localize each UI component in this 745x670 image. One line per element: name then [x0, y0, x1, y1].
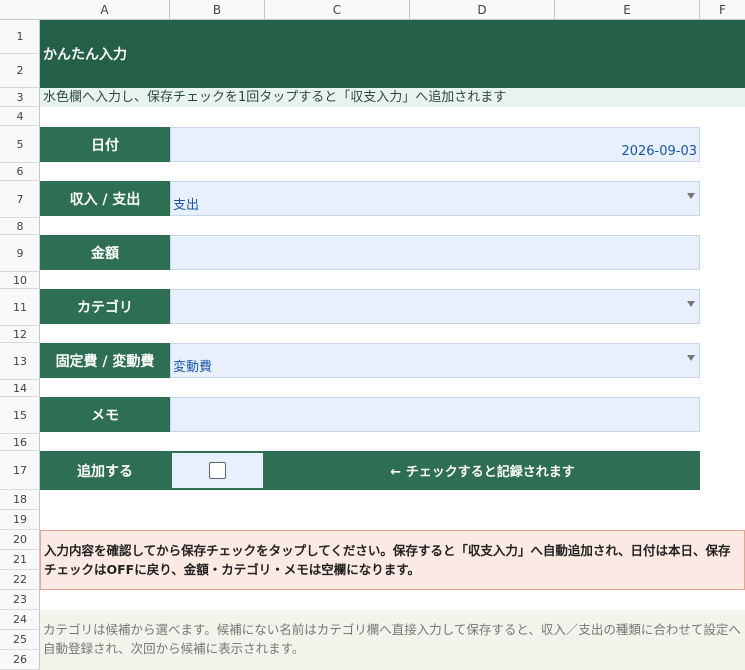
date-label: 日付: [40, 127, 170, 162]
row-header-15[interactable]: 15: [0, 397, 40, 434]
category-label: カテゴリ: [40, 289, 170, 324]
memo-field[interactable]: [170, 397, 700, 432]
cost-type-label: 固定費 / 変動費: [40, 343, 170, 378]
row-header-7[interactable]: 7: [0, 181, 40, 218]
page-subtitle: 水色欄へ入力し、保存チェックを1回タップすると「収支入力」へ追加されます: [40, 88, 745, 107]
column-header-d[interactable]: D: [410, 0, 555, 20]
row-header-13[interactable]: 13: [0, 343, 40, 380]
warning-notice: 入力内容を確認してから保存チェックをタップしてください。保存すると「収支入力」へ…: [40, 530, 745, 590]
type-value: 支出: [173, 198, 200, 213]
row-header-25[interactable]: 25: [0, 630, 40, 650]
row-header-16[interactable]: 16: [0, 434, 40, 451]
date-field[interactable]: 2026-09-03: [170, 127, 700, 162]
row-header-10[interactable]: 10: [0, 272, 40, 289]
row-header-23[interactable]: 23: [0, 590, 40, 610]
row-header-6[interactable]: 6: [0, 163, 40, 181]
dropdown-arrow-icon[interactable]: [687, 193, 695, 199]
row-header-18[interactable]: 18: [0, 490, 40, 510]
row-header-9[interactable]: 9: [0, 235, 40, 272]
row-header-5[interactable]: 5: [0, 126, 40, 163]
row-header-8[interactable]: 8: [0, 218, 40, 235]
page-title: かんたん入力: [40, 20, 745, 88]
column-header-e[interactable]: E: [555, 0, 700, 20]
row-header-3[interactable]: 3: [0, 88, 40, 107]
row-header-bar: 1 2 3 4 5 6 7 8 9 10 11 12 13 14 15 16 1…: [0, 20, 40, 670]
add-label: 追加する: [40, 451, 170, 490]
type-label: 収入 / 支出: [40, 181, 170, 216]
dropdown-arrow-icon[interactable]: [687, 355, 695, 361]
type-dropdown[interactable]: 支出: [170, 181, 700, 216]
date-value: 2026-09-03: [621, 144, 697, 159]
cost-type-dropdown[interactable]: 変動費: [170, 343, 700, 378]
column-header-a[interactable]: A: [40, 0, 170, 20]
row-header-2[interactable]: 2: [0, 54, 40, 88]
column-header-c[interactable]: C: [265, 0, 410, 20]
checkbox-icon[interactable]: [209, 462, 226, 479]
row-header-11[interactable]: 11: [0, 289, 40, 326]
column-header-bar: A B C D E F: [0, 0, 745, 20]
row-header-22[interactable]: 22: [0, 570, 40, 590]
row-header-24[interactable]: 24: [0, 610, 40, 630]
row-header-17[interactable]: 17: [0, 451, 40, 490]
row-header-19[interactable]: 19: [0, 510, 40, 530]
memo-label: メモ: [40, 397, 170, 432]
row-header-14[interactable]: 14: [0, 380, 40, 397]
cost-type-value: 変動費: [173, 360, 213, 375]
category-dropdown[interactable]: [170, 289, 700, 324]
row-header-4[interactable]: 4: [0, 107, 40, 126]
amount-field[interactable]: [170, 235, 700, 270]
row-header-26[interactable]: 26: [0, 650, 40, 670]
column-header-b[interactable]: B: [170, 0, 265, 20]
column-header-f[interactable]: F: [700, 0, 745, 20]
row-header-20[interactable]: 20: [0, 530, 40, 550]
info-notice: カテゴリは候補から選べます。候補にない名前はカテゴリ欄へ直接入力して保存すると、…: [40, 610, 745, 670]
add-hint: ← チェックすると記録されます: [265, 451, 700, 490]
row-header-1[interactable]: 1: [0, 20, 40, 54]
save-checkbox-cell[interactable]: [170, 451, 265, 490]
sheet-grid: かんたん入力 水色欄へ入力し、保存チェックを1回タップすると「収支入力」へ追加さ…: [40, 20, 745, 670]
row-header-12[interactable]: 12: [0, 326, 40, 343]
row-header-21[interactable]: 21: [0, 550, 40, 570]
dropdown-arrow-icon[interactable]: [687, 301, 695, 307]
amount-label: 金額: [40, 235, 170, 270]
